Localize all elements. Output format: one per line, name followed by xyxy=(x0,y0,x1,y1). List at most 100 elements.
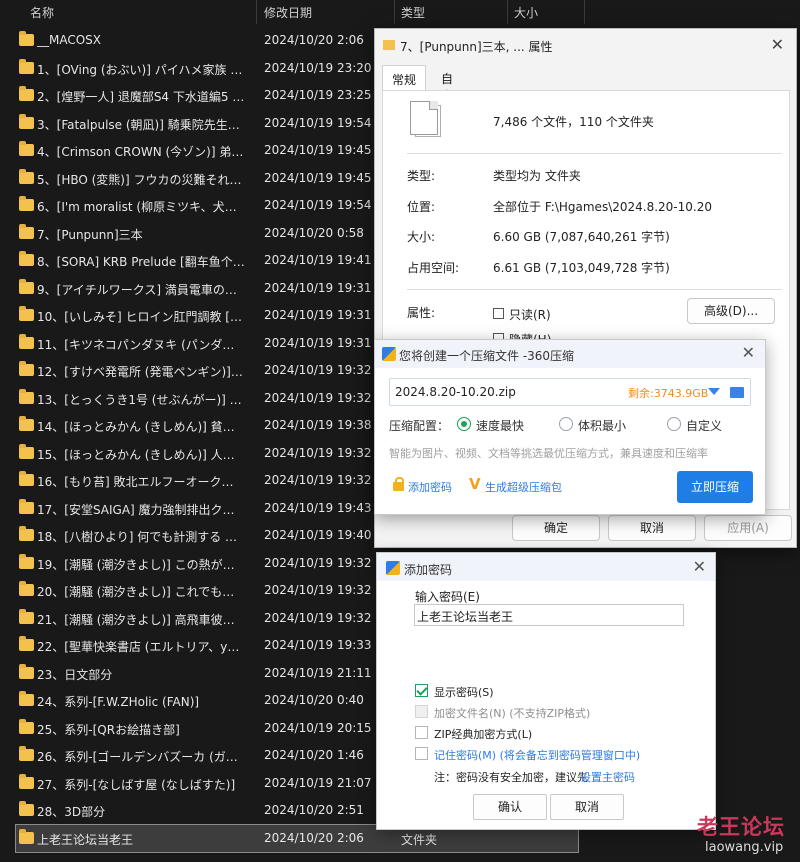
row-date: 2024/10/19 19:32 xyxy=(264,555,372,570)
summary-text: 7,486 个文件，110 个文件夹 xyxy=(493,115,654,129)
row-name: 25、系列-[QRお絵描き部] xyxy=(37,722,180,737)
remember-password-label[interactable]: 记住密码(M) (将会备忘到密码管理窗口中) xyxy=(434,747,640,763)
row-name: 7、[Punpunn]三本 xyxy=(37,227,143,242)
column-size[interactable]: 大小 xyxy=(514,4,538,21)
row-name: 5、[HBO (変熊)] フウカの災難それと食... xyxy=(37,172,245,187)
row-name: 13、[とっくうき1号 (せぶんがー)] 国辱... xyxy=(37,392,245,407)
compress-hint: 智能为图片、视频、文档等挑选最优压缩方式，兼具速度和压缩率 xyxy=(389,447,708,460)
compress-now-button[interactable]: 立即压缩 xyxy=(677,471,753,503)
archive-path-input[interactable]: 2024.8.20-10.20.zip 剩余:3743.9GB xyxy=(389,378,751,406)
folder-icon xyxy=(19,196,34,211)
radio-custom[interactable] xyxy=(667,417,681,431)
close-icon[interactable]: ✕ xyxy=(771,35,784,54)
readonly-checkbox[interactable] xyxy=(493,308,504,319)
folder-icon xyxy=(19,113,34,129)
properties-titlebar[interactable]: 7、[Punpunn]三本, ... 属性 ✕ xyxy=(375,29,796,61)
row-name: 上老王论坛当老王 xyxy=(37,832,134,847)
compress-titlebar[interactable]: 您将创建一个压缩文件 -360压缩 ✕ xyxy=(375,340,765,368)
row-date: 2024/10/20 2:51 xyxy=(264,803,364,817)
compress-dialog: 您将创建一个压缩文件 -360压缩 ✕ 2024.8.20-10.20.zip … xyxy=(374,339,766,515)
ok-button[interactable]: 确定 xyxy=(512,515,600,541)
type-value: 类型均为 文件夹 xyxy=(493,169,581,183)
add-password-link[interactable]: 添加密码 xyxy=(408,479,452,495)
folder-icon xyxy=(19,31,34,46)
password-input[interactable]: 上老王论坛当老王 xyxy=(414,604,684,626)
row-name: 4、[Crimson CROWN (今ゾン)] 弟の恋... xyxy=(37,145,245,159)
folder-icon xyxy=(19,663,34,679)
readonly-label: 只读(R) xyxy=(509,308,551,322)
column-separator[interactable] xyxy=(256,0,257,24)
radio-smallest[interactable] xyxy=(559,417,573,431)
folder-icon xyxy=(19,471,34,486)
row-date: 2024/10/19 23:25 xyxy=(264,88,372,102)
folder-icon xyxy=(19,388,34,404)
folder-browse-icon[interactable] xyxy=(730,387,744,398)
password-titlebar[interactable]: 添加密码 ✕ xyxy=(377,553,715,581)
column-name[interactable]: 名称 xyxy=(30,4,54,21)
row-name: 10、[いしみそ] ヒロイン肛門調教 [進行... xyxy=(37,310,245,324)
set-master-password-link[interactable]: 设置主密码 xyxy=(580,769,635,785)
column-type[interactable]: 类型 xyxy=(401,4,425,21)
encrypt-names-label: 加密文件名(N) (不支持ZIP格式) xyxy=(434,707,591,720)
cancel-button[interactable]: 取消 xyxy=(550,794,624,820)
chevron-down-icon[interactable] xyxy=(708,388,720,395)
row-name: 26、系列-[ゴールデンバズーカ (ガガー... xyxy=(37,750,245,764)
folder-icon xyxy=(19,773,34,789)
close-icon[interactable]: ✕ xyxy=(742,343,755,362)
encrypt-names-checkbox[interactable] xyxy=(415,705,428,718)
column-separator[interactable] xyxy=(507,0,508,24)
row-name: 16、[もり苔] 敗北エルフーオークの強制... xyxy=(37,475,245,489)
row-date: 2024/10/20 0:40 xyxy=(264,693,364,707)
close-icon[interactable]: ✕ xyxy=(693,557,706,576)
advanced-button[interactable]: 高级(D)... xyxy=(687,298,775,324)
show-password-checkbox[interactable] xyxy=(415,684,428,697)
apply-button[interactable]: 应用(A) xyxy=(704,515,792,541)
zip-classic-label: ZIP经典加密方式(L) xyxy=(434,728,533,741)
row-name: 20、[潮騒 (潮汐きよし)] これでも本当に... xyxy=(37,585,245,599)
row-date: 2024/10/19 19:54 xyxy=(264,198,372,212)
option-fastest: 速度最快 xyxy=(476,419,525,433)
folder-icon xyxy=(19,58,34,74)
zip-classic-checkbox[interactable] xyxy=(415,726,428,739)
column-separator[interactable] xyxy=(394,0,395,24)
watermark-logo: 老王论坛 xyxy=(697,815,785,839)
folder-icon xyxy=(19,691,34,706)
row-date: 2024/10/19 21:07 xyxy=(264,775,372,790)
remember-password-checkbox[interactable] xyxy=(415,747,428,760)
show-password-label: 显示密码(S) xyxy=(434,686,494,699)
size-value: 6.60 GB (7,087,640,261 字节) xyxy=(493,230,670,244)
confirm-button[interactable]: 确认 xyxy=(473,794,547,820)
row-name: 22、[聖華快楽書店 (エルトリア、yesm... xyxy=(37,640,245,654)
disk-size-value: 6.61 GB (7,103,049,728 字节) xyxy=(493,261,670,275)
app-360zip-icon xyxy=(382,347,396,361)
super-zip-icon: V xyxy=(469,475,481,493)
row-date: 2024/10/20 2:06 xyxy=(264,830,364,845)
column-date[interactable]: 修改日期 xyxy=(264,4,312,21)
tab-custom[interactable]: 自定义 xyxy=(432,65,462,120)
row-name: 9、[アイチルワークス] 満員電車の中で... xyxy=(37,282,245,297)
watermark-url: laowang.vip xyxy=(705,840,784,855)
radio-fastest[interactable] xyxy=(457,417,471,431)
row-name: 8、[SORA] KRB Prelude [翻车鱼个人汉... xyxy=(37,255,245,269)
row-name: 2、[煌野一人] 退魔部S4 下水道編5 合集 xyxy=(37,90,245,104)
column-separator[interactable] xyxy=(584,0,585,24)
cancel-button[interactable]: 取消 xyxy=(608,515,696,541)
folder-icon xyxy=(19,223,34,239)
row-date: 2024/10/19 19:38 xyxy=(264,418,372,432)
folder-icon xyxy=(19,801,34,816)
type-label: 类型: xyxy=(407,169,436,183)
tab-general[interactable]: 常规 xyxy=(382,65,426,91)
row-date: 2024/10/19 19:32 xyxy=(264,610,372,625)
security-note: 注：密码没有安全加密，建议先 xyxy=(434,771,588,784)
row-date: 2024/10/19 19:31 xyxy=(264,280,372,295)
row-date: 2024/10/19 19:41 xyxy=(264,253,372,267)
folder-icon xyxy=(19,168,34,184)
config-label: 压缩配置： xyxy=(389,419,450,433)
document-icon xyxy=(410,101,438,135)
row-name: 12、[すけべ発電所 (発電ペンギン)] クー... xyxy=(37,365,245,379)
row-date: 2024/10/19 19:54 xyxy=(264,115,372,130)
folder-icon xyxy=(19,86,34,101)
folder-icon xyxy=(19,828,34,844)
super-zip-link[interactable]: 生成超级压缩包 xyxy=(485,479,562,495)
row-date: 2024/10/19 19:45 xyxy=(264,170,372,185)
